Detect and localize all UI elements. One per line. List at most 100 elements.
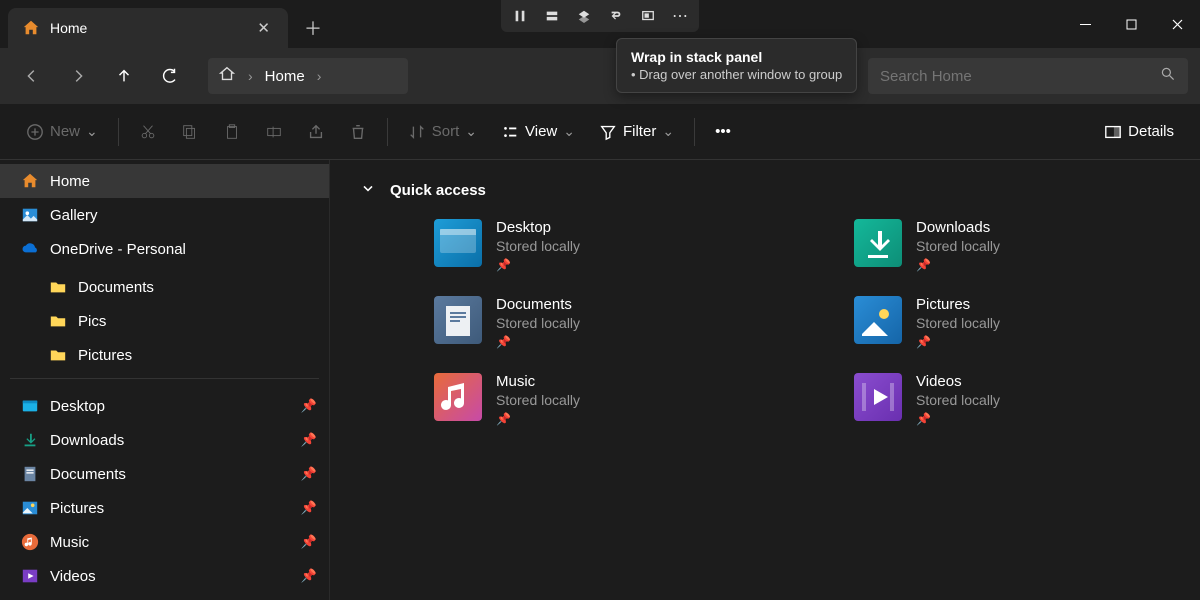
folder-name: Downloads	[916, 219, 1000, 236]
filter-button[interactable]: Filter⌄	[589, 114, 684, 150]
sort-button[interactable]: Sort⌄	[398, 114, 487, 150]
sidebar-item-pics[interactable]: Pics	[0, 304, 329, 338]
sidebar-item-pictures[interactable]: Pictures📌	[0, 491, 329, 525]
pin-icon: 📌	[916, 335, 1000, 349]
sidebar-item-documents[interactable]: Documents	[0, 270, 329, 304]
search-icon[interactable]	[1160, 66, 1176, 87]
new-tab-button[interactable]: ＋	[288, 15, 338, 41]
tooltip-sub: • Drag over another window to group	[631, 67, 842, 82]
forward-button[interactable]	[58, 56, 98, 96]
sidebar-item-videos[interactable]: Videos📌	[0, 559, 329, 593]
cut-button[interactable]	[129, 114, 167, 150]
music-folder-icon	[434, 373, 482, 421]
more-button[interactable]: •••	[705, 114, 741, 150]
share-button[interactable]	[297, 114, 335, 150]
refresh-button[interactable]	[150, 56, 190, 96]
snap-monitor-icon[interactable]	[633, 3, 663, 29]
sidebar-item-home[interactable]: Home	[0, 164, 329, 198]
music-icon	[20, 532, 40, 552]
chevron-right-icon[interactable]: ›	[317, 68, 322, 84]
close-tab-button[interactable]: ✕	[253, 15, 274, 41]
sidebar-item-label: Music	[50, 534, 291, 551]
navbar: › Home ›	[0, 48, 1200, 104]
snap-split-icon[interactable]	[537, 3, 567, 29]
snap-stack-icon[interactable]	[569, 3, 599, 29]
folder-location: Stored locally	[496, 238, 580, 254]
sidebar-item-music[interactable]: Music 📌	[0, 525, 329, 559]
delete-button[interactable]	[339, 114, 377, 150]
paste-button[interactable]	[213, 114, 251, 150]
home-icon	[20, 171, 40, 191]
chevron-right-icon: ›	[248, 68, 253, 84]
snap-wrap-icon[interactable]	[601, 3, 631, 29]
sidebar-item-label: Documents	[78, 279, 317, 296]
videos-icon	[20, 566, 40, 586]
quick-access-videos[interactable]: VideosStored locally📌	[854, 373, 1200, 426]
pin-icon: 📌	[301, 432, 317, 448]
quick-access-music[interactable]: MusicStored locally📌	[434, 373, 794, 426]
back-button[interactable]	[12, 56, 52, 96]
sidebar-item-pictures[interactable]: Pictures	[0, 338, 329, 372]
minimize-button[interactable]	[1062, 4, 1108, 44]
chevron-down-icon: ⌄	[465, 123, 477, 140]
tooltip-title: Wrap in stack panel	[631, 49, 842, 65]
documents-icon	[20, 464, 40, 484]
pin-icon: 📌	[916, 258, 1000, 272]
sidebar-item-documents[interactable]: Documents📌	[0, 457, 329, 491]
quick-access-downloads[interactable]: DownloadsStored locally📌	[854, 219, 1200, 272]
desktop-folder-icon	[434, 219, 482, 267]
sidebar-item-label: OneDrive - Personal	[50, 241, 317, 258]
separator	[118, 118, 119, 146]
address-bar[interactable]: › Home ›	[208, 58, 408, 94]
quick-access-desktop[interactable]: DesktopStored locally📌	[434, 219, 794, 272]
chevron-down-icon: ⌄	[662, 123, 674, 140]
documents-folder-icon	[434, 296, 482, 344]
search-box[interactable]	[868, 58, 1188, 94]
pictures-folder-icon	[854, 296, 902, 344]
sidebar-item-label: Home	[50, 173, 317, 190]
rename-button[interactable]	[255, 114, 293, 150]
snap-tooltip: Wrap in stack panel • Drag over another …	[616, 38, 857, 93]
pin-icon: 📌	[496, 335, 580, 349]
pin-icon: 📌	[301, 398, 317, 414]
pin-icon: 📌	[301, 534, 317, 550]
home-icon	[218, 65, 236, 88]
sidebar-item-downloads[interactable]: Downloads 📌	[0, 423, 329, 457]
sidebar-item-onedrive---personal[interactable]: OneDrive - Personal	[0, 232, 329, 266]
snap-pause-icon[interactable]	[505, 3, 535, 29]
separator	[387, 118, 388, 146]
downloads-icon	[20, 430, 40, 450]
folder-icon	[48, 277, 68, 297]
sidebar-item-label: Downloads	[50, 432, 291, 449]
tab-home[interactable]: Home ✕	[8, 8, 288, 48]
tab-title: Home	[50, 20, 243, 36]
home-icon	[22, 19, 40, 37]
folder-location: Stored locally	[496, 315, 580, 331]
quick-access-pictures[interactable]: PicturesStored locally📌	[854, 296, 1200, 349]
folder-icon	[48, 345, 68, 365]
gallery-icon	[20, 205, 40, 225]
copy-button[interactable]	[171, 114, 209, 150]
chevron-down-icon[interactable]	[360, 180, 376, 201]
sidebar-item-desktop[interactable]: Desktop 📌	[0, 389, 329, 423]
view-button[interactable]: View⌄	[491, 114, 585, 150]
quick-access-documents[interactable]: Documents Stored locally 📌	[434, 296, 794, 349]
breadcrumb[interactable]: Home	[265, 68, 305, 85]
maximize-button[interactable]	[1108, 4, 1154, 44]
snap-more-icon[interactable]: ⋯	[665, 3, 695, 29]
details-pane-button[interactable]: Details	[1094, 114, 1184, 150]
sidebar-item-label: Videos	[50, 568, 291, 585]
search-input[interactable]	[880, 68, 1160, 85]
folder-name: Documents	[496, 296, 580, 313]
new-button[interactable]: New⌄	[16, 114, 108, 150]
sidebar-item-label: Desktop	[50, 398, 291, 415]
folder-location: Stored locally	[916, 315, 1000, 331]
downloads-folder-icon	[854, 219, 902, 267]
sidebar-item-gallery[interactable]: Gallery	[0, 198, 329, 232]
pin-icon: 📌	[496, 412, 580, 426]
pin-icon: 📌	[916, 412, 1000, 426]
up-button[interactable]	[104, 56, 144, 96]
close-window-button[interactable]	[1154, 4, 1200, 44]
separator	[10, 378, 319, 379]
separator	[694, 118, 695, 146]
